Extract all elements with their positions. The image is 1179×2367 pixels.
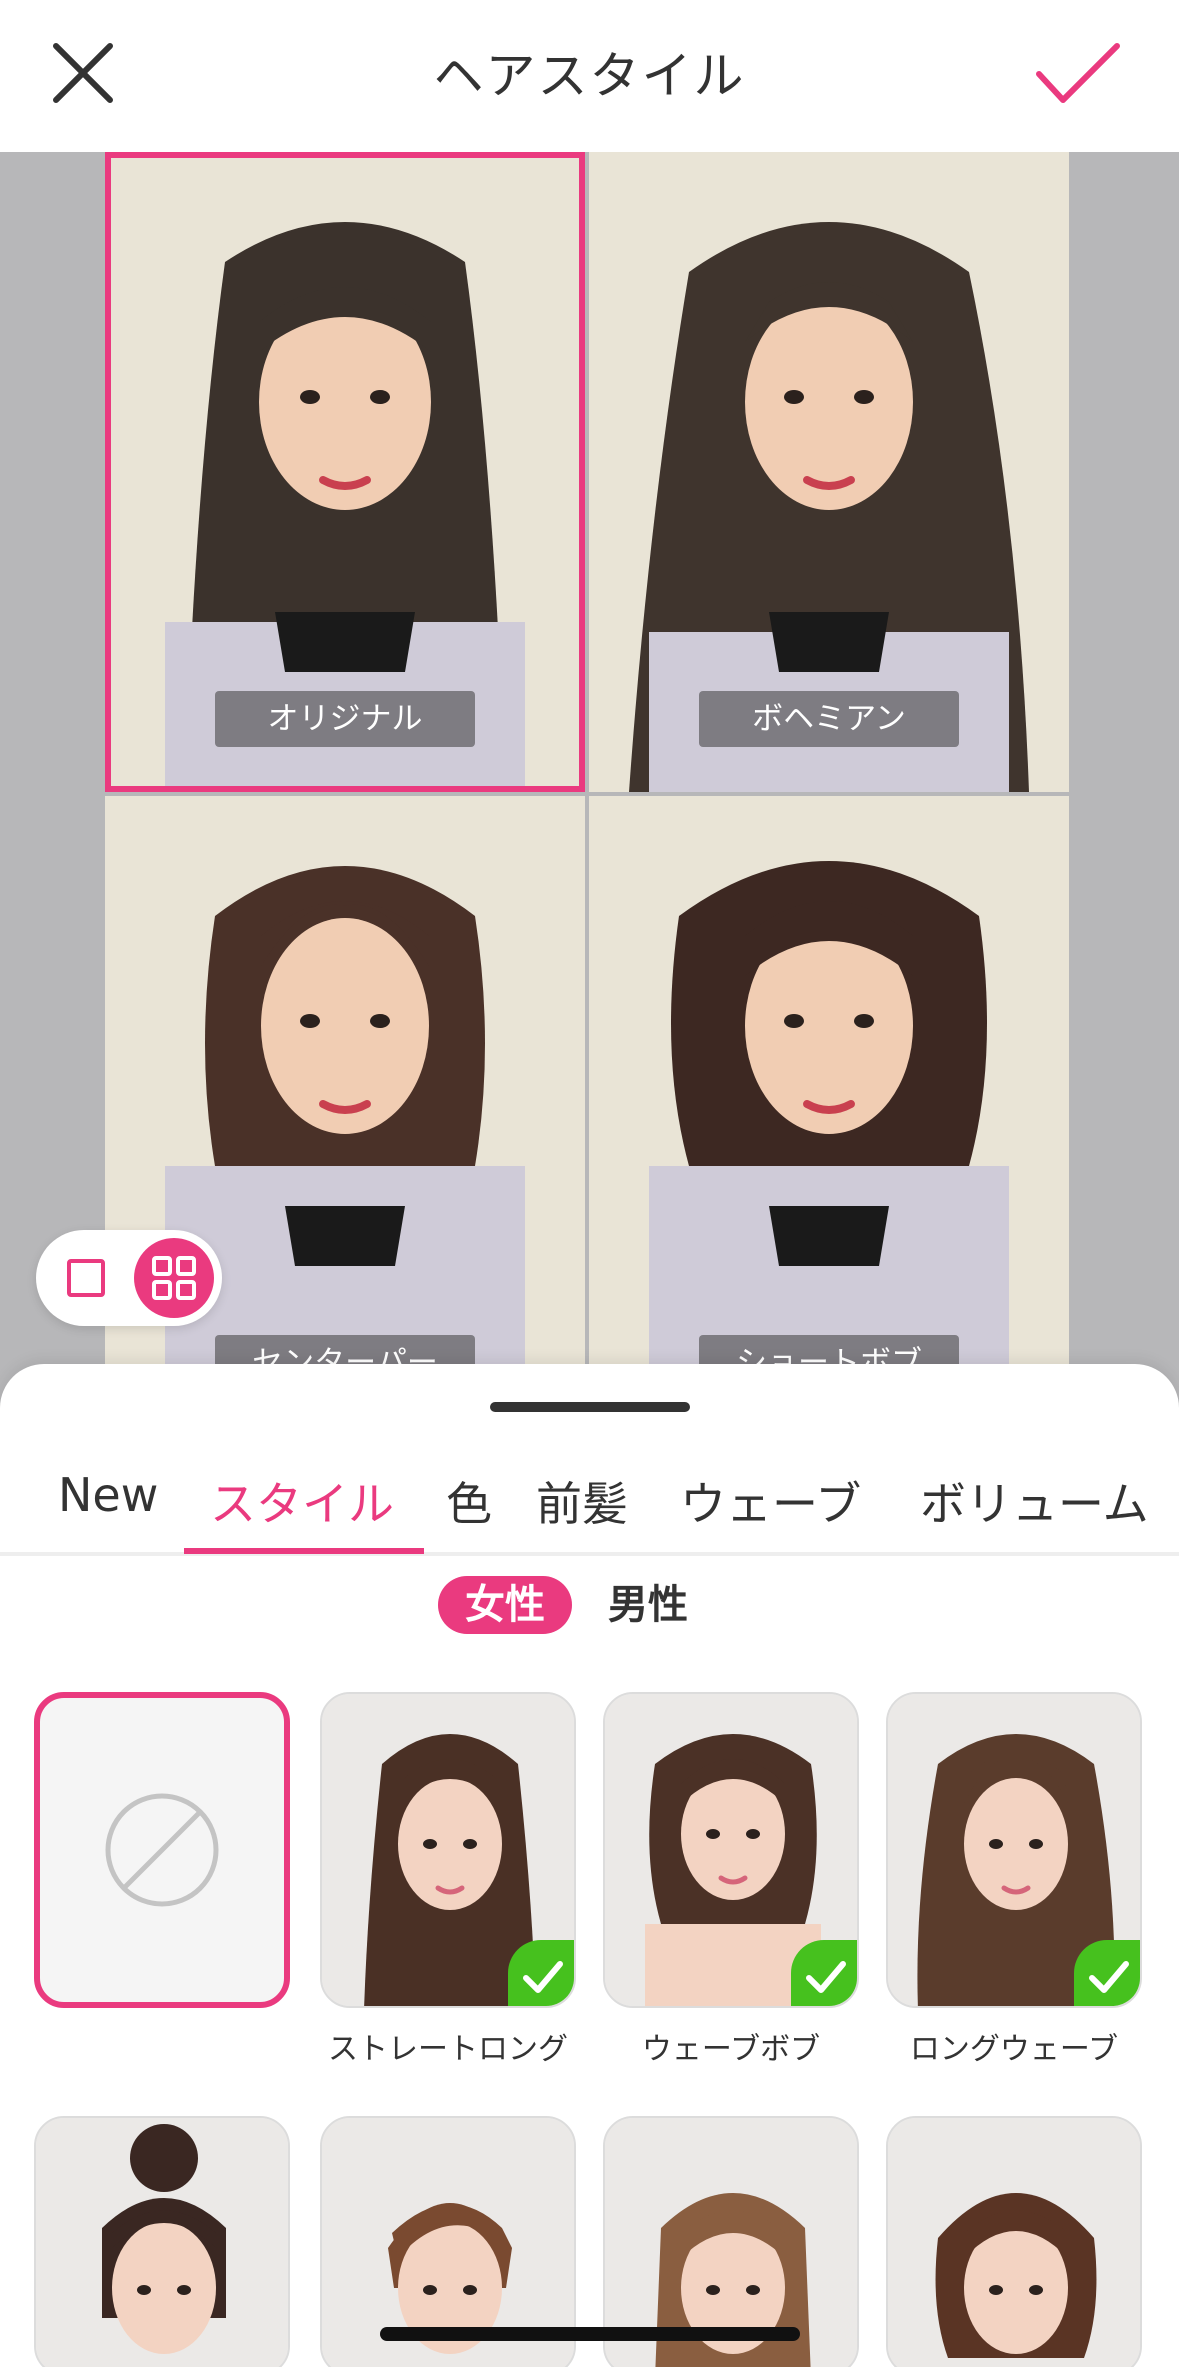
preview-grid: オリジナル ボヘミアン センターパー ショートボブ (105, 152, 1073, 1412)
style-label: ウェーブボブ (641, 2032, 821, 2067)
cell-label: ボヘミアン (699, 691, 959, 747)
style-label: ストレートロング (328, 2032, 568, 2067)
none-icon (105, 1793, 219, 1907)
app-header: ヘアスタイル (0, 0, 1179, 152)
style-thumbnail (36, 2118, 288, 2367)
active-tab-indicator (184, 1548, 424, 1554)
style-thumbnail (888, 2118, 1140, 2367)
style-card-long-wave[interactable] (886, 1692, 1142, 2008)
cell-label: オリジナル (215, 691, 475, 747)
gender-filter: 女性 男性 (0, 1576, 1179, 1636)
tab-style[interactable]: スタイル (210, 1468, 394, 1534)
gender-female-button[interactable]: 女性 (438, 1576, 572, 1634)
check-icon[interactable] (1033, 40, 1123, 110)
style-card-straight-long[interactable] (320, 1692, 576, 2008)
tab-wave[interactable]: ウェーブ (680, 1468, 861, 1534)
tab-volume[interactable]: ボリューム (920, 1468, 1149, 1534)
portrait-photo (589, 796, 1069, 1412)
grid-view-icon (152, 1256, 196, 1300)
style-none-card[interactable] (34, 1692, 290, 2008)
checked-badge (791, 1940, 857, 2006)
style-card-wave-bob[interactable] (603, 1692, 859, 2008)
preview-area: オリジナル ボヘミアン センターパー ショートボブ (0, 152, 1179, 1412)
style-card-bun-bangs[interactable] (34, 2116, 290, 2367)
check-icon (806, 1961, 846, 1993)
preview-cell-short-bob[interactable]: ショートボブ (589, 796, 1069, 1412)
checked-badge (1074, 1940, 1140, 2006)
tab-color[interactable]: 色 (446, 1468, 492, 1534)
page-title: ヘアスタイル (433, 47, 746, 105)
check-icon (1089, 1961, 1129, 1993)
tab-bangs[interactable]: 前髪 (536, 1468, 628, 1534)
check-icon (523, 1961, 563, 1993)
checked-badge (508, 1940, 574, 2006)
bottom-sheet: New スタイル 色 前髪 ウェーブ ボリューム 女性 男性 ストレートロング … (0, 1364, 1179, 2367)
grid-view-button[interactable] (134, 1238, 214, 1318)
view-toggle (36, 1230, 222, 1326)
category-tabs: New スタイル 色 前髪 ウェーブ ボリューム (0, 1444, 1179, 1556)
gender-male-button[interactable]: 男性 (608, 1576, 688, 1634)
style-label: ロングウェーブ (909, 2032, 1119, 2067)
preview-cell-original[interactable]: オリジナル (105, 152, 585, 792)
single-view-icon[interactable] (66, 1258, 106, 1298)
sheet-handle[interactable] (490, 1402, 690, 1412)
preview-cell-bohemian[interactable]: ボヘミアン (589, 152, 1069, 792)
home-indicator (380, 2327, 800, 2341)
style-card-short-curly[interactable] (886, 2116, 1142, 2367)
tab-new[interactable]: New (58, 1468, 158, 1522)
